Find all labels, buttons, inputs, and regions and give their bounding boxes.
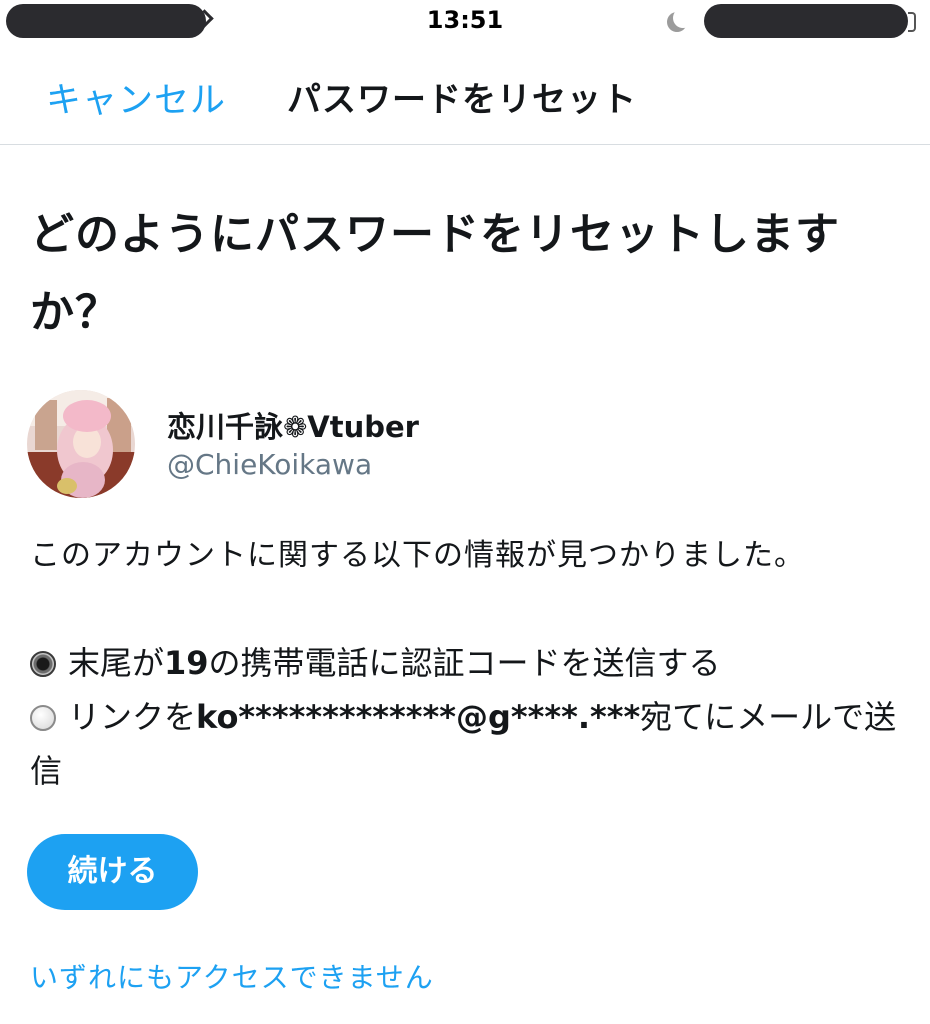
nav-bar: キャンセル パスワードをリセット bbox=[0, 46, 930, 145]
radio-unselected-icon[interactable] bbox=[30, 705, 56, 731]
cancel-button[interactable]: キャンセル bbox=[46, 72, 226, 123]
account-handle: @ChieKoikawa bbox=[167, 448, 373, 481]
status-bar: 13:51 bbox=[0, 0, 930, 46]
option-email[interactable]: リンクをko*************@g****.***宛てにメールで送信 bbox=[30, 690, 910, 798]
option-email-prefix: リンクを bbox=[68, 698, 197, 736]
option-email-address: ko*************@g****.*** bbox=[196, 698, 641, 736]
avatar bbox=[27, 390, 135, 498]
battery-icon bbox=[908, 12, 916, 32]
continue-button[interactable]: 続ける bbox=[27, 834, 198, 910]
option-sms-phone-digits: 19 bbox=[164, 644, 209, 682]
page-title: パスワードをリセット bbox=[287, 80, 637, 120]
reset-heading: どのようにパスワードをリセットしますか？ bbox=[30, 209, 840, 338]
option-sms-suffix: の携帯電話に認証コードを送信する bbox=[208, 644, 721, 682]
radio-selected-icon[interactable] bbox=[30, 651, 56, 677]
no-access-link[interactable]: いずれにもアクセスできません bbox=[30, 956, 434, 996]
option-sms-prefix: 末尾が bbox=[68, 644, 165, 682]
found-info-text: このアカウントに関する以下の情報が見つかりました。 bbox=[30, 538, 805, 573]
moon-icon bbox=[673, 8, 693, 28]
redacted-battery-info bbox=[704, 4, 908, 38]
option-sms[interactable]: 末尾が19の携帯電話に認証コードを送信する bbox=[30, 636, 910, 690]
display-name: 恋川千詠❁Vtuber bbox=[167, 410, 419, 444]
